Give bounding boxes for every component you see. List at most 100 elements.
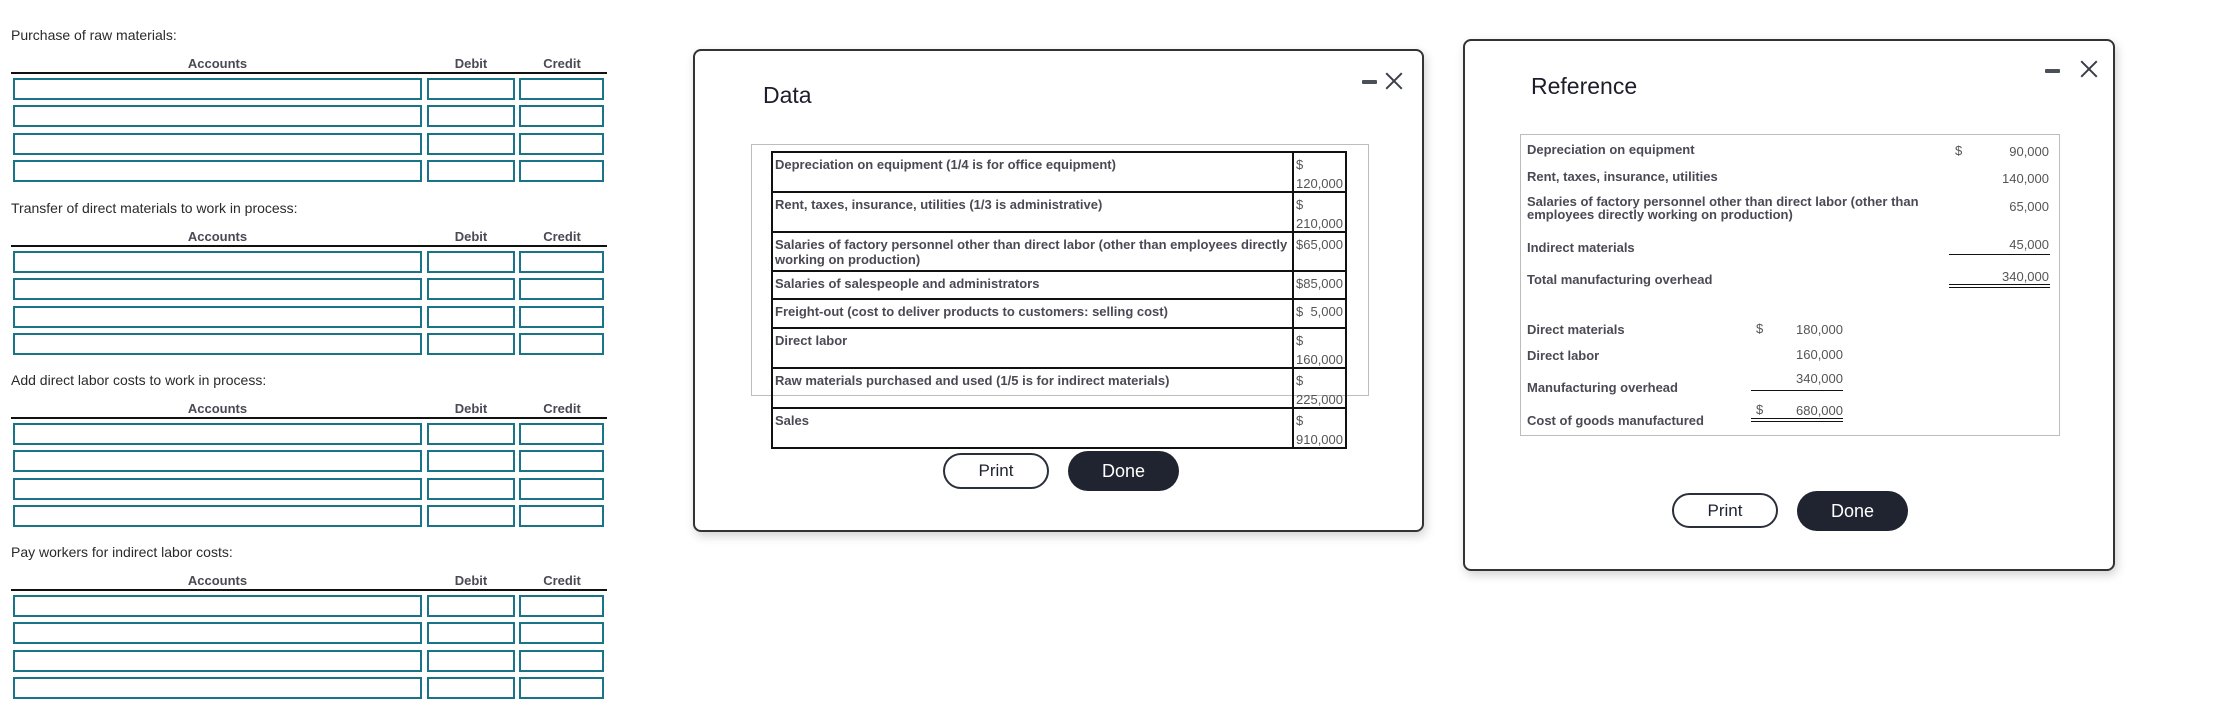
data-row-amount-cell: $225,000 — [1292, 367, 1347, 409]
section-pay-indirect-labor: Pay workers for indirect labor costs: Acc… — [0, 544, 620, 714]
column-header-credit: Credit — [543, 56, 581, 71]
ref-amount: 140,000 — [2002, 171, 2049, 186]
account-input[interactable] — [13, 159, 422, 182]
currency-symbol: $ — [1296, 237, 1304, 252]
journal-row — [0, 278, 620, 301]
journal-row — [0, 450, 620, 473]
ref-label: Direct labor — [1527, 348, 1600, 363]
credit-input[interactable] — [519, 105, 604, 128]
ref-amount: 680,000 — [1796, 403, 1843, 418]
account-input[interactable] — [13, 676, 422, 699]
credit-input[interactable] — [519, 595, 604, 617]
credit-input[interactable] — [519, 477, 604, 500]
account-input[interactable] — [13, 595, 422, 617]
debit-input[interactable] — [427, 251, 515, 273]
ref-label: Rent, taxes, insurance, utilities — [1527, 169, 1718, 184]
print-button[interactable]: Print — [1672, 493, 1778, 528]
journal-row — [0, 251, 620, 273]
journal-row — [0, 159, 620, 182]
credit-input[interactable] — [519, 504, 604, 527]
account-input[interactable] — [13, 504, 422, 527]
minimize-icon[interactable] — [2045, 69, 2060, 73]
journal-row — [0, 132, 620, 155]
debit-input[interactable] — [427, 332, 515, 355]
ref-label: Direct materials — [1527, 322, 1625, 337]
credit-input[interactable] — [519, 423, 604, 445]
credit-input[interactable] — [519, 676, 604, 699]
account-input[interactable] — [13, 649, 422, 672]
account-input[interactable] — [13, 305, 422, 328]
debit-input[interactable] — [427, 649, 515, 672]
section-add-direct-labor: Add direct labor costs to work in proces… — [0, 372, 620, 542]
data-row-amount: 85,000 — [1303, 276, 1343, 291]
debit-input[interactable] — [427, 595, 515, 617]
debit-input[interactable] — [427, 676, 515, 699]
data-table: Depreciation on equipment (1/4 is for of… — [771, 151, 1347, 449]
account-input[interactable] — [13, 332, 422, 355]
credit-input[interactable] — [519, 159, 604, 182]
debit-input[interactable] — [427, 477, 515, 500]
credit-input[interactable] — [519, 649, 604, 672]
currency-symbol: $ — [1296, 276, 1304, 291]
ref-amount: 340,000 — [1796, 371, 1843, 386]
data-row-label: Freight-out (cost to deliver products to… — [771, 298, 1294, 329]
credit-input[interactable] — [519, 450, 604, 473]
close-icon[interactable] — [2080, 60, 2098, 78]
currency-symbol: $ — [1296, 373, 1304, 388]
account-input[interactable] — [13, 105, 422, 128]
credit-input[interactable] — [519, 132, 604, 155]
debit-input[interactable] — [427, 423, 515, 445]
currency-symbol: $ — [1296, 197, 1304, 212]
reference-dialog: Reference Depreciation on equipment $ 90… — [1463, 39, 2115, 571]
currency-symbol: $ — [1296, 304, 1304, 319]
column-header-debit: Debit — [454, 229, 488, 244]
close-icon[interactable] — [1385, 72, 1403, 90]
done-button[interactable]: Done — [1068, 451, 1179, 491]
account-input[interactable] — [13, 450, 422, 473]
account-input[interactable] — [13, 132, 422, 155]
debit-input[interactable] — [427, 622, 515, 645]
currency-symbol: $ — [1296, 157, 1304, 172]
journal-row — [0, 78, 620, 100]
reference-dialog-title: Reference — [1531, 73, 1638, 99]
data-row-amount-cell: $910,000 — [1292, 407, 1347, 449]
column-header-accounts: Accounts — [187, 56, 248, 71]
journal-row — [0, 595, 620, 617]
journal-row — [0, 676, 620, 699]
account-input[interactable] — [13, 477, 422, 500]
minimize-icon[interactable] — [1362, 80, 1377, 84]
account-input[interactable] — [13, 278, 422, 301]
debit-input[interactable] — [427, 305, 515, 328]
debit-input[interactable] — [427, 278, 515, 301]
debit-input[interactable] — [427, 132, 515, 155]
data-row-label: Rent, taxes, insurance, utilities (1/3 i… — [771, 191, 1294, 233]
column-header-debit: Debit — [454, 56, 488, 71]
account-input[interactable] — [13, 423, 422, 445]
data-row-amount-cell: $210,000 — [1292, 191, 1347, 233]
data-row: Freight-out (cost to deliver products to… — [771, 298, 1347, 329]
section-title: Add direct labor costs to work in proces… — [11, 372, 267, 388]
done-button[interactable]: Done — [1797, 491, 1908, 531]
account-input[interactable] — [13, 78, 422, 100]
credit-input[interactable] — [519, 305, 604, 328]
account-input[interactable] — [13, 622, 422, 645]
credit-input[interactable] — [519, 251, 604, 273]
debit-input[interactable] — [427, 159, 515, 182]
journal-row — [0, 305, 620, 328]
credit-input[interactable] — [519, 78, 604, 100]
credit-input[interactable] — [519, 278, 604, 301]
debit-input[interactable] — [427, 504, 515, 527]
account-input[interactable] — [13, 251, 422, 273]
ref-amount: 340,000 — [2002, 269, 2049, 284]
data-row-label: Depreciation on equipment (1/4 is for of… — [771, 151, 1294, 193]
debit-input[interactable] — [427, 450, 515, 473]
currency-symbol: $ — [1296, 333, 1304, 348]
print-button[interactable]: Print — [943, 453, 1049, 489]
data-row: Depreciation on equipment (1/4 is for of… — [771, 151, 1347, 193]
credit-input[interactable] — [519, 622, 604, 645]
credit-input[interactable] — [519, 332, 604, 355]
debit-input[interactable] — [427, 105, 515, 128]
data-row-amount: 160,000 — [1296, 352, 1343, 367]
debit-input[interactable] — [427, 78, 515, 100]
header-divider — [11, 589, 607, 591]
